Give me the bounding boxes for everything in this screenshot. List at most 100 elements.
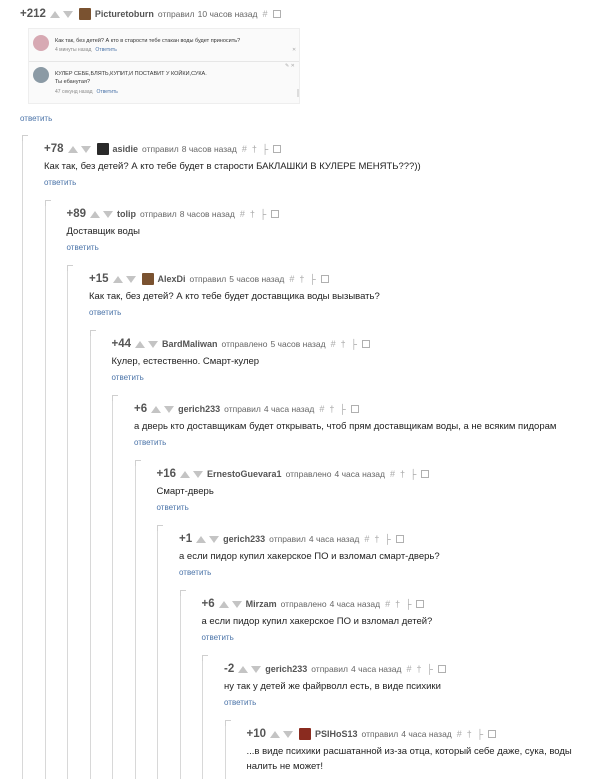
reply-link[interactable]: ответить (157, 503, 189, 512)
save-icon[interactable] (361, 340, 370, 348)
downvote-icon[interactable] (231, 600, 242, 608)
tree-icon[interactable]: ├ (477, 729, 483, 739)
comment-time[interactable]: 8 часов назад (180, 209, 235, 219)
username[interactable]: gerich233 (223, 534, 265, 544)
hash-icon[interactable]: # (242, 144, 247, 154)
save-icon[interactable] (273, 145, 282, 153)
username[interactable]: Picturetoburn (95, 9, 154, 19)
downvote-icon[interactable] (283, 730, 294, 738)
thread-line[interactable] (89, 332, 91, 779)
pin-icon[interactable]: † (395, 599, 400, 609)
comment-time[interactable]: 5 часов назад (229, 274, 284, 284)
tree-icon[interactable]: ├ (351, 339, 357, 349)
tree-icon[interactable]: ├ (262, 144, 268, 154)
save-icon[interactable] (416, 600, 425, 608)
upvote-icon[interactable] (180, 470, 191, 478)
save-icon[interactable] (437, 665, 446, 673)
reply-link[interactable]: ответить (224, 698, 256, 707)
hash-icon[interactable]: # (289, 274, 294, 284)
upvote-icon[interactable] (49, 10, 60, 18)
save-icon[interactable] (272, 10, 281, 18)
tree-icon[interactable]: ├ (309, 274, 315, 284)
hash-icon[interactable]: # (457, 729, 462, 739)
downvote-icon[interactable] (80, 145, 91, 153)
upvote-icon[interactable] (90, 210, 101, 218)
upvote-icon[interactable] (196, 535, 207, 543)
thread-line[interactable] (44, 202, 46, 779)
upvote-icon[interactable] (151, 405, 162, 413)
thread-line[interactable] (134, 462, 136, 779)
tree-icon[interactable]: ├ (260, 209, 266, 219)
thread-line[interactable] (157, 527, 158, 779)
tree-icon[interactable]: ├ (405, 599, 411, 609)
username[interactable]: gerich233 (178, 404, 220, 414)
save-icon[interactable] (271, 210, 280, 218)
username[interactable]: asidie (113, 144, 139, 154)
downvote-icon[interactable] (62, 10, 73, 18)
pin-icon[interactable]: † (400, 469, 405, 479)
save-icon[interactable] (421, 470, 430, 478)
save-icon[interactable] (488, 730, 497, 738)
avatar[interactable] (96, 143, 109, 155)
downvote-icon[interactable] (164, 405, 175, 413)
reply-link[interactable]: ответить (179, 568, 211, 577)
pin-icon[interactable]: † (299, 274, 304, 284)
upvote-icon[interactable] (218, 600, 229, 608)
hash-icon[interactable]: # (364, 534, 369, 544)
tree-icon[interactable]: ├ (427, 664, 433, 674)
hash-icon[interactable]: # (319, 404, 324, 414)
pin-icon[interactable]: † (250, 209, 255, 219)
downvote-icon[interactable] (251, 665, 262, 673)
comment-time[interactable]: 4 часа назад (264, 404, 315, 414)
pin-icon[interactable]: † (374, 534, 379, 544)
downvote-icon[interactable] (103, 210, 114, 218)
upvote-icon[interactable] (112, 275, 123, 283)
username[interactable]: PSIHoS13 (315, 729, 358, 739)
reply-link[interactable]: ответить (202, 633, 234, 642)
upvote-icon[interactable] (135, 340, 146, 348)
thread-line[interactable] (67, 267, 68, 779)
thread-line[interactable] (224, 722, 226, 779)
comment-time[interactable]: 5 часов назад (270, 339, 325, 349)
comment-time[interactable]: 10 часов назад (198, 9, 258, 19)
pin-icon[interactable]: † (341, 339, 346, 349)
save-icon[interactable] (395, 535, 404, 543)
comment-time[interactable]: 4 часа назад (351, 664, 402, 674)
hash-icon[interactable]: # (240, 209, 245, 219)
downvote-icon[interactable] (148, 340, 159, 348)
pin-icon[interactable]: † (252, 144, 257, 154)
tree-icon[interactable]: ├ (339, 404, 345, 414)
tree-icon[interactable]: ├ (384, 534, 390, 544)
username[interactable]: BardMaliwan (162, 339, 218, 349)
username[interactable]: Mirzam (246, 599, 277, 609)
comment-time[interactable]: 4 часа назад (401, 729, 452, 739)
reply-link[interactable]: ответить (20, 114, 52, 123)
upvote-icon[interactable] (67, 145, 78, 153)
upvote-icon[interactable] (270, 730, 281, 738)
reply-link[interactable]: ответить (89, 308, 121, 317)
upvote-icon[interactable] (238, 665, 249, 673)
hash-icon[interactable]: # (390, 469, 395, 479)
reply-link[interactable]: ответить (67, 243, 99, 252)
avatar[interactable] (78, 8, 91, 20)
hash-icon[interactable]: # (331, 339, 336, 349)
comment-time[interactable]: 4 часа назад (330, 599, 381, 609)
pin-icon[interactable]: † (329, 404, 334, 414)
username[interactable]: AlexDi (158, 274, 186, 284)
avatar[interactable] (141, 273, 154, 285)
thread-line[interactable] (202, 657, 203, 779)
comment-time[interactable]: 4 часа назад (309, 534, 360, 544)
hash-icon[interactable]: # (406, 664, 411, 674)
save-icon[interactable] (350, 405, 359, 413)
hash-icon[interactable]: # (262, 9, 267, 19)
tree-icon[interactable]: ├ (410, 469, 416, 479)
username[interactable]: gerich233 (265, 664, 307, 674)
reply-link[interactable]: ответить (44, 178, 76, 187)
thread-line[interactable] (112, 397, 113, 779)
thread-line[interactable] (22, 137, 23, 779)
hash-icon[interactable]: # (385, 599, 390, 609)
avatar[interactable] (299, 728, 312, 740)
downvote-icon[interactable] (125, 275, 136, 283)
pin-icon[interactable]: † (467, 729, 472, 739)
comment-time[interactable]: 4 часа назад (334, 469, 385, 479)
